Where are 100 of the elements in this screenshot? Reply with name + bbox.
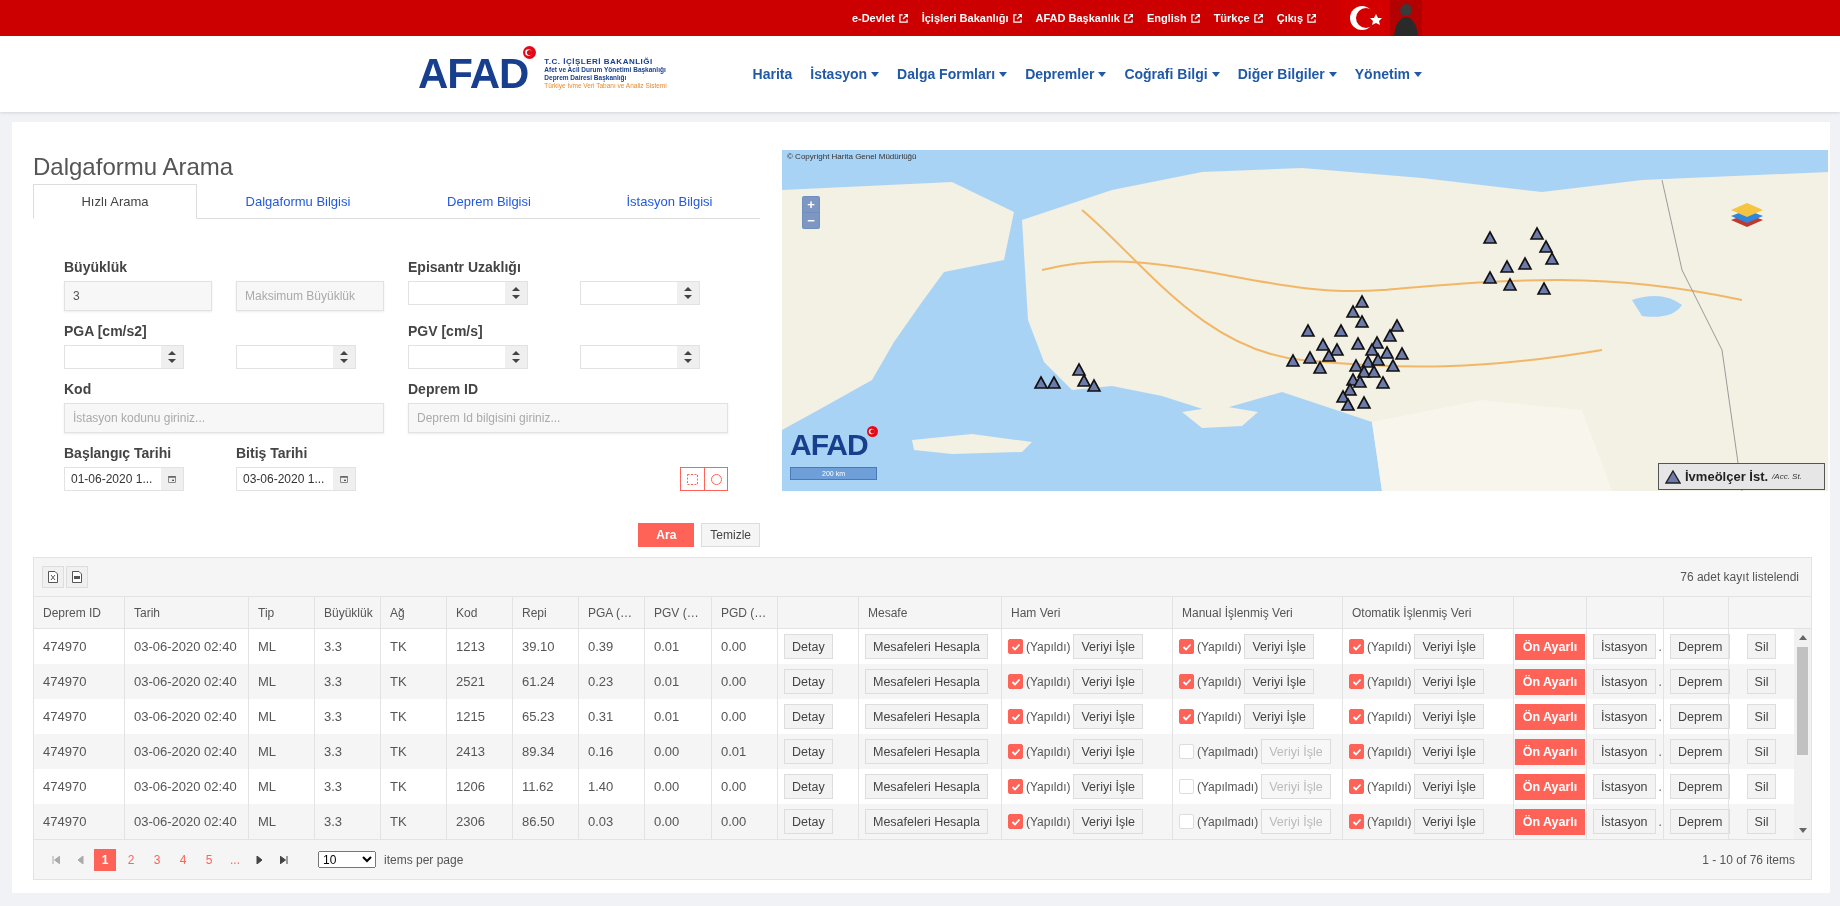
nav-link[interactable]: Dalga Formları [897, 66, 1008, 82]
tab[interactable]: Dalgaformu Bilgisi [197, 184, 399, 218]
earthquake-button[interactable]: Deprem [1670, 774, 1731, 799]
spinner-arrows-icon[interactable] [168, 351, 176, 363]
checkbox[interactable] [1349, 779, 1364, 794]
date-picker[interactable]: 01-06-2020 1... [64, 467, 184, 491]
top-link[interactable]: e-Devlet [851, 12, 908, 24]
process-data-button[interactable]: Veriyi İşle [1414, 739, 1484, 764]
scroll-down-icon[interactable] [1798, 828, 1807, 833]
clear-button[interactable]: Temizle [701, 523, 760, 547]
process-data-button[interactable]: Veriyi İşle [1073, 704, 1143, 729]
calculate-distance-button[interactable]: Mesafeleri Hesapla [865, 704, 988, 729]
checkbox[interactable] [1179, 709, 1194, 724]
layers-icon[interactable] [1730, 200, 1764, 230]
input-field[interactable]: Maksimum Büyüklük [236, 281, 384, 311]
process-data-button[interactable]: Veriyi İşle [1414, 634, 1484, 659]
station-button[interactable]: İstasyon [1593, 634, 1656, 659]
scrollbar-thumb[interactable] [1797, 647, 1808, 755]
top-link[interactable]: AFAD Başkanlık [1035, 12, 1133, 24]
process-data-button[interactable]: Veriyi İşle [1073, 809, 1143, 834]
checkbox[interactable] [1179, 639, 1194, 654]
process-data-button[interactable]: Veriyi İşle [1414, 669, 1484, 694]
input-field[interactable]: 3 [64, 281, 212, 311]
station-button[interactable]: İstasyon [1593, 704, 1656, 729]
calculate-distance-button[interactable]: Mesafeleri Hesapla [865, 774, 988, 799]
detail-button[interactable]: Detay [784, 774, 833, 799]
spinner-arrows-icon[interactable] [512, 351, 520, 363]
calculate-distance-button[interactable]: Mesafeleri Hesapla [865, 634, 988, 659]
delete-button[interactable]: Sil [1746, 704, 1777, 729]
calculate-distance-button[interactable]: Mesafeleri Hesapla [865, 809, 988, 834]
pdf-export-button[interactable] [66, 566, 88, 588]
delete-button[interactable]: Sil [1746, 739, 1777, 764]
process-data-button[interactable]: Veriyi İşle [1073, 739, 1143, 764]
delete-button[interactable]: Sil [1746, 809, 1777, 834]
earthquake-button[interactable]: Deprem [1670, 704, 1731, 729]
station-button[interactable]: İstasyon [1593, 774, 1656, 799]
delete-button[interactable]: Sil [1746, 669, 1777, 694]
page-size-select[interactable]: 10 [318, 851, 376, 868]
calculate-distance-button[interactable]: Mesafeleri Hesapla [865, 739, 988, 764]
scrollbar[interactable] [1794, 629, 1811, 839]
station-button[interactable]: İstasyon [1593, 669, 1656, 694]
detail-button[interactable]: Detay [784, 739, 833, 764]
calculate-distance-button[interactable]: Mesafeleri Hesapla [865, 669, 988, 694]
process-data-button[interactable]: Veriyi İşle [1073, 634, 1143, 659]
spinner-arrows-icon[interactable] [512, 287, 520, 299]
station-button[interactable]: İstasyon [1593, 809, 1656, 834]
input-field[interactable]: İstasyon kodunu giriniz... [64, 403, 384, 433]
earthquake-button[interactable]: Deprem [1670, 669, 1731, 694]
checkbox[interactable] [1349, 744, 1364, 759]
nav-link[interactable]: İstasyon [810, 66, 880, 82]
delete-button[interactable]: Sil [1746, 634, 1777, 659]
station-button[interactable]: İstasyon [1593, 739, 1656, 764]
process-data-button[interactable]: Veriyi İşle [1414, 704, 1484, 729]
nav-link[interactable]: Diğer Bilgiler [1237, 66, 1337, 82]
detail-button[interactable]: Detay [784, 634, 833, 659]
checkbox[interactable] [1008, 779, 1023, 794]
spinner-arrows-icon[interactable] [340, 351, 348, 363]
tab[interactable]: Deprem Bilgisi [399, 184, 579, 218]
checkbox[interactable] [1349, 709, 1364, 724]
top-link[interactable]: İçişleri Bakanlığı [921, 12, 1022, 24]
top-link[interactable]: Türkçe [1213, 12, 1263, 24]
checkbox[interactable] [1008, 744, 1023, 759]
process-data-button[interactable]: Veriyi İşle [1244, 634, 1314, 659]
tab[interactable]: İstasyon Bilgisi [579, 184, 760, 218]
calendar-icon[interactable] [340, 473, 348, 485]
input-field[interactable]: Deprem Id bilgisini giriniz... [408, 403, 728, 433]
detail-button[interactable]: Detay [784, 669, 833, 694]
excel-export-button[interactable] [42, 566, 64, 588]
nav-link[interactable]: Depremler [1025, 66, 1107, 82]
earthquake-button[interactable]: Deprem [1670, 739, 1731, 764]
calendar-icon[interactable] [168, 473, 176, 485]
checkbox[interactable] [1349, 639, 1364, 654]
tab[interactable]: Hızlı Arama [33, 184, 197, 219]
detail-button[interactable]: Detay [784, 704, 833, 729]
top-link[interactable]: English [1146, 12, 1200, 24]
checkbox[interactable] [1008, 814, 1023, 829]
date-picker[interactable]: 03-06-2020 1... [236, 467, 356, 491]
process-data-button[interactable]: Veriyi İşle [1414, 774, 1484, 799]
checkbox[interactable] [1008, 639, 1023, 654]
process-data-button[interactable]: Veriyi İşle [1073, 774, 1143, 799]
checkbox[interactable] [1349, 674, 1364, 689]
process-data-button[interactable]: Veriyi İşle [1244, 704, 1314, 729]
earthquake-button[interactable]: Deprem [1670, 634, 1731, 659]
checkbox[interactable] [1008, 674, 1023, 689]
spinner-arrows-icon[interactable] [684, 287, 692, 299]
process-data-button[interactable]: Veriyi İşle [1073, 669, 1143, 694]
process-data-button[interactable]: Veriyi İşle [1244, 669, 1314, 694]
checkbox[interactable] [1349, 814, 1364, 829]
nav-link[interactable]: Harita [752, 66, 793, 82]
nav-link[interactable]: Coğrafi Bilgi [1124, 66, 1220, 82]
spinner-arrows-icon[interactable] [684, 351, 692, 363]
date-field[interactable]: 03-06-2020 1... [237, 468, 333, 490]
earthquake-button[interactable]: Deprem [1670, 809, 1731, 834]
detail-button[interactable]: Detay [784, 809, 833, 834]
delete-button[interactable]: Sil [1746, 774, 1777, 799]
top-link[interactable]: Çıkış [1276, 12, 1316, 24]
checkbox[interactable] [1008, 709, 1023, 724]
date-field[interactable]: 01-06-2020 1... [65, 468, 161, 490]
process-data-button[interactable]: Veriyi İşle [1414, 809, 1484, 834]
scroll-up-icon[interactable] [1798, 635, 1807, 640]
